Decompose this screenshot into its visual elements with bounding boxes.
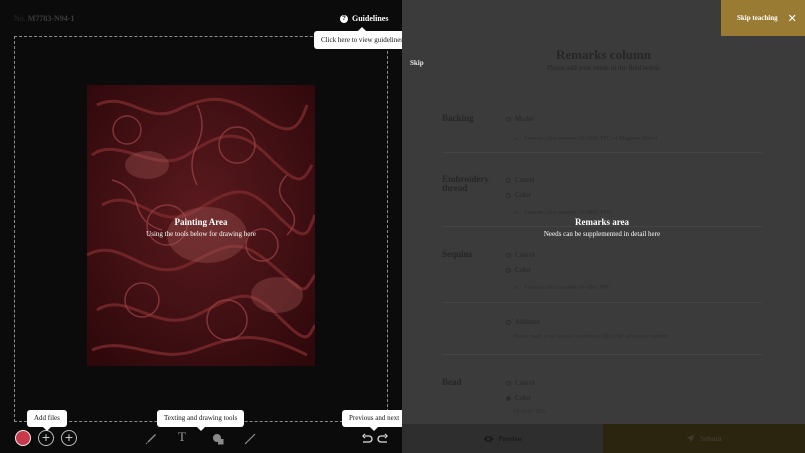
submit-button[interactable]: Submit bbox=[603, 424, 805, 453]
brush-icon[interactable] bbox=[145, 432, 157, 450]
bead-option-cancel[interactable]: Cancel bbox=[506, 379, 534, 387]
addition-option[interactable]: Addition bbox=[506, 318, 540, 326]
close-icon[interactable]: ✕ bbox=[788, 12, 797, 25]
sequins-title: Sequins bbox=[442, 249, 473, 259]
send-icon bbox=[686, 434, 695, 443]
backing-option-label: Model bbox=[515, 115, 534, 123]
sequins-note: or：Pantone color number 19-4041 TPG bbox=[513, 285, 612, 291]
embroidery-option-color-label: Color bbox=[515, 191, 531, 199]
divider bbox=[442, 302, 762, 303]
embroidery-option-cancel-label: Cancel bbox=[515, 176, 535, 184]
eye-icon bbox=[483, 435, 493, 442]
radio-icon bbox=[506, 192, 511, 198]
help-icon: ? bbox=[340, 14, 348, 23]
backing-note: or：Pantone color number 19-4041 TPG or M… bbox=[513, 136, 658, 142]
addition-option-label: Addition bbox=[515, 318, 540, 326]
redo-icon[interactable] bbox=[377, 432, 389, 450]
shapes-icon[interactable] bbox=[212, 432, 224, 450]
add-files-tooltip: Add files bbox=[27, 410, 67, 431]
radio-icon bbox=[506, 177, 511, 183]
bead-option-color[interactable]: Color bbox=[506, 394, 531, 402]
preview-button[interactable]: Preview bbox=[402, 424, 603, 453]
sequins-option-color-label: Color bbox=[515, 266, 531, 274]
remarks-area-title: Remarks area bbox=[574, 217, 630, 227]
embroidery-option-cancel[interactable]: Cancel bbox=[506, 176, 534, 184]
bead-option-cancel-label: Cancel bbox=[515, 379, 535, 387]
skip-teaching-label: Skip teaching bbox=[737, 14, 778, 22]
painting-area-subtitle: Using the tools below for drawing here bbox=[146, 230, 256, 238]
radio-icon bbox=[506, 116, 511, 122]
prev-next-tooltip: Previous and next bbox=[342, 410, 407, 431]
sku-number: No. M7783-N94-1 bbox=[14, 14, 74, 23]
text-icon[interactable]: T bbox=[178, 429, 186, 445]
remarks-column-subtitle: Please add your needs in the field below bbox=[547, 64, 660, 72]
submit-label: Submit bbox=[700, 434, 722, 443]
backing-title: Backing bbox=[442, 113, 474, 123]
radio-checked-icon bbox=[506, 395, 511, 401]
preview-label: Preview bbox=[498, 434, 523, 443]
radio-icon bbox=[506, 267, 511, 273]
sku-value: M7783-N94-1 bbox=[27, 14, 75, 23]
radio-icon bbox=[506, 319, 511, 325]
sequins-option-cancel-label: Cancel bbox=[515, 251, 535, 259]
addition-note: Please mark your desired location in fil… bbox=[513, 334, 668, 340]
sku-label: No. bbox=[14, 14, 26, 23]
remarks-area-subtitle: Needs can be supplemented in detail here bbox=[543, 230, 661, 238]
remarks-column-title: Remarks column bbox=[556, 47, 651, 62]
color-picker-button[interactable] bbox=[15, 430, 31, 446]
embroidery-option-color[interactable]: Color bbox=[506, 191, 531, 199]
guidelines-tooltip: Click here to view guidelines bbox=[314, 27, 411, 49]
bead-title: Bead bbox=[442, 377, 462, 387]
embroidery-thread-title: Embroidery thread bbox=[442, 174, 489, 193]
painting-area-title: Painting Area bbox=[174, 217, 228, 227]
radio-icon bbox=[506, 380, 511, 386]
backing-option-model[interactable]: Model bbox=[506, 115, 533, 123]
sequins-option-cancel[interactable]: Cancel bbox=[506, 251, 534, 259]
divider bbox=[442, 152, 762, 153]
divider bbox=[442, 354, 762, 355]
add-file-button[interactable]: + bbox=[38, 430, 54, 446]
embroidery-note: or：Pantone color number 19-4041 TPG bbox=[513, 210, 612, 216]
guidelines-button[interactable]: ? Guidelines bbox=[340, 14, 388, 23]
painting-panel: No. M7783-N94-1 ? Guidelines Painting Ar… bbox=[0, 0, 411, 453]
bead-note: 19-4041 TPG bbox=[513, 409, 546, 415]
undo-icon[interactable] bbox=[361, 432, 373, 450]
add-file-button-secondary[interactable]: + bbox=[61, 430, 77, 446]
remarks-panel: Skip Skip teaching ✕ Remarks column Plea… bbox=[402, 0, 805, 453]
sequins-option-color[interactable]: Color bbox=[506, 266, 531, 274]
bead-option-color-label: Color bbox=[515, 394, 531, 402]
skip-teaching-button[interactable]: Skip teaching ✕ bbox=[721, 0, 805, 36]
line-icon[interactable] bbox=[244, 432, 256, 450]
radio-icon bbox=[506, 252, 511, 258]
guidelines-label: Guidelines bbox=[352, 14, 389, 23]
drawing-tools-tooltip: Texting and drawing tools bbox=[157, 410, 245, 431]
